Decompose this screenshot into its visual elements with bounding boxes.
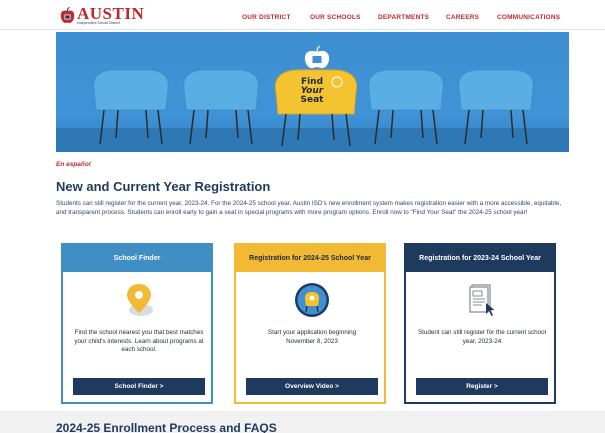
apple-logo-icon xyxy=(60,7,75,24)
card-heading: School Finder xyxy=(63,245,211,272)
hero-banner: Find Your Seat xyxy=(56,32,569,152)
school-finder-card: School Finder Find the school nearest yo… xyxy=(61,243,213,404)
hero-find-text: Find Your Seat xyxy=(297,78,327,105)
map-pin-icon xyxy=(127,284,153,316)
espanol-link[interactable]: En español xyxy=(56,161,91,168)
nav-departments[interactable]: DEPARTMENTS xyxy=(378,14,429,21)
register-button[interactable]: Register > xyxy=(416,378,548,395)
intro-paragraph: Students can still register for the curr… xyxy=(56,200,562,216)
page-title: New and Current Year Registration xyxy=(56,179,271,194)
registration-2023-card: Registration for 2023-24 School Year Stu… xyxy=(404,243,556,404)
site-header: AUSTIN Independent School District OUR D… xyxy=(0,0,605,30)
logo-subtext: Independent School District xyxy=(77,21,120,25)
school-finder-button[interactable]: School Finder > xyxy=(73,378,205,395)
card-description: Find the school nearest you that best ma… xyxy=(74,329,204,353)
overview-video-button[interactable]: Overview Video > xyxy=(246,378,378,395)
nav-our-schools[interactable]: OUR SCHOOLS xyxy=(310,14,361,21)
card-description: Start your application beginning Novembe… xyxy=(267,329,357,345)
nav-careers[interactable]: CAREERS xyxy=(446,14,479,21)
document-cursor-icon xyxy=(469,284,495,316)
hero-line-seat: Seat xyxy=(300,95,324,105)
card-description: Student can still register for the curre… xyxy=(417,329,547,345)
enrollment-faq-heading: 2024-25 Enrollment Process and FAQS xyxy=(56,421,277,433)
chair-badge-icon xyxy=(295,283,329,317)
logo-wordmark: AUSTIN xyxy=(77,4,145,23)
registration-2024-card: Registration for 2024-25 School Year Sta… xyxy=(234,243,386,404)
card-heading: Registration for 2023-24 School Year xyxy=(406,245,554,272)
card-heading: Registration for 2024-25 School Year xyxy=(236,245,384,272)
austin-isd-logo[interactable]: AUSTIN Independent School District xyxy=(60,5,144,26)
apple-emblem-icon xyxy=(304,45,330,69)
nav-communications[interactable]: COMMUNICATIONS xyxy=(497,14,560,21)
nav-our-district[interactable]: OUR DISTRICT xyxy=(242,14,291,21)
